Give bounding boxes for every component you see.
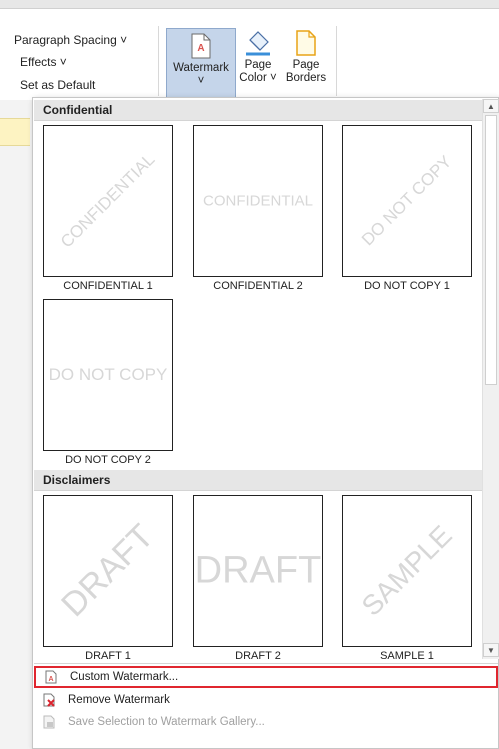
set-as-default-button[interactable]: Set as Default: [20, 78, 95, 92]
watermark-tile-confidential-1[interactable]: CONFIDENTIAL CONFIDENTIAL 1: [43, 125, 173, 292]
save-selection-label: Save Selection to Watermark Gallery...: [68, 716, 265, 728]
watermark-thumbnail: CONFIDENTIAL: [43, 125, 173, 277]
watermark-preview-text: DRAFT: [194, 549, 322, 592]
gallery-scrollbar[interactable]: ▲ ▼: [482, 99, 499, 659]
page-color-button[interactable]: Page Color ˅: [238, 28, 278, 85]
document-area: [0, 100, 32, 749]
watermark-tile-do-not-copy-1[interactable]: DO NOT COPY DO NOT COPY 1: [342, 125, 472, 292]
remove-watermark-icon: [43, 693, 55, 707]
ribbon-separator: [336, 26, 337, 96]
custom-watermark-icon: A: [45, 670, 57, 684]
menu-divider: [34, 663, 498, 664]
watermark-tile-label: DO NOT COPY 1: [364, 280, 450, 292]
document-highlight-bar: [0, 118, 30, 146]
watermark-tile-label: SAMPLE 1: [380, 650, 434, 662]
watermark-tile-draft-1[interactable]: DRAFT DRAFT 1: [43, 495, 173, 662]
watermark-tile-do-not-copy-2[interactable]: DO NOT COPY DO NOT COPY 2: [43, 299, 173, 466]
custom-watermark-menu-item[interactable]: A Custom Watermark...: [34, 666, 498, 688]
section-header-disclaimers: Disclaimers: [34, 470, 482, 491]
paint-bucket-icon: [246, 31, 270, 56]
ribbon-separator: [158, 26, 159, 96]
custom-watermark-label: Custom Watermark...: [70, 671, 179, 683]
ribbon-top-edge: [0, 0, 499, 9]
ribbon: Paragraph Spacing ˅ Effects ˅ Set as Def…: [0, 0, 499, 100]
section-header-confidential: Confidential: [34, 100, 482, 121]
page-color-label-line2: Color ˅: [239, 72, 277, 84]
watermark-tile-label: DO NOT COPY 2: [65, 454, 151, 466]
watermark-tile-label: DRAFT 1: [85, 650, 131, 662]
page-color-label-line1: Page: [244, 59, 272, 71]
watermark-preview-text: SAMPLE: [355, 519, 458, 622]
effects-button[interactable]: Effects ˅: [20, 55, 67, 69]
remove-watermark-menu-item[interactable]: Remove Watermark: [34, 689, 498, 711]
page-borders-label-line2: Borders: [285, 72, 327, 84]
watermark-preview-text: DO NOT COPY: [48, 365, 168, 384]
watermark-preview-text: CONFIDENTIAL: [202, 192, 314, 210]
paragraph-spacing-button[interactable]: Paragraph Spacing ˅: [14, 33, 127, 47]
save-selection-menu-item: Save Selection to Watermark Gallery...: [34, 711, 498, 733]
scrollbar-thumb[interactable]: [485, 115, 497, 385]
watermark-gallery-panel: Confidential CONFIDENTIAL CONFIDENTIAL 1…: [32, 97, 499, 749]
page-borders-button[interactable]: Page Borders: [284, 28, 328, 85]
watermark-thumbnail: SAMPLE: [342, 495, 472, 647]
watermark-thumbnail: DRAFT: [193, 495, 323, 647]
watermark-tile-draft-2[interactable]: DRAFT DRAFT 2: [193, 495, 323, 662]
remove-watermark-label: Remove Watermark: [68, 694, 170, 706]
svg-text:A: A: [48, 676, 53, 683]
watermark-preview-text: DO NOT COPY: [357, 151, 456, 250]
watermark-icon: A: [191, 33, 211, 59]
watermark-thumbnail: CONFIDENTIAL: [193, 125, 323, 277]
watermark-thumbnail: DO NOT COPY: [43, 299, 173, 451]
watermark-preview-text: CONFIDENTIAL: [56, 149, 159, 252]
page-borders-label-line1: Page: [292, 59, 320, 71]
watermark-label: Watermark: [173, 62, 229, 74]
page-borders-icon: [296, 30, 316, 56]
save-to-gallery-icon: [43, 715, 55, 729]
watermark-button[interactable]: A Watermark ˅: [166, 28, 236, 98]
watermark-thumbnail: DO NOT COPY: [342, 125, 472, 277]
scroll-down-arrow-icon[interactable]: ▼: [483, 643, 499, 657]
watermark-tile-label: CONFIDENTIAL 1: [63, 280, 153, 292]
scroll-up-arrow-icon[interactable]: ▲: [483, 99, 499, 113]
watermark-tile-label: DRAFT 2: [235, 650, 281, 662]
watermark-tile-confidential-2[interactable]: CONFIDENTIAL CONFIDENTIAL 2: [193, 125, 323, 292]
watermark-preview-text: DRAFT: [54, 517, 162, 625]
watermark-tile-label: CONFIDENTIAL 2: [213, 280, 303, 292]
chevron-down-icon: ˅: [197, 75, 205, 87]
watermark-thumbnail: DRAFT: [43, 495, 173, 647]
watermark-tile-sample-1[interactable]: SAMPLE SAMPLE 1: [342, 495, 472, 662]
svg-text:A: A: [197, 43, 204, 54]
